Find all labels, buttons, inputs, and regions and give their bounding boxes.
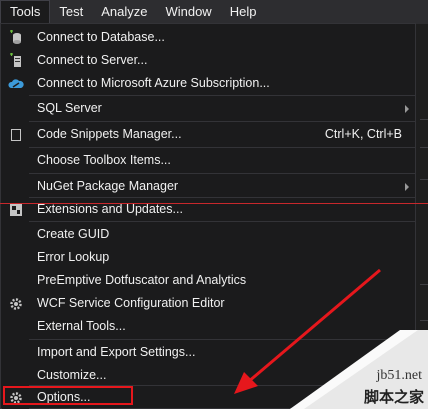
watermark-url: jb51.net	[376, 368, 423, 383]
options-highlight-box	[3, 386, 133, 405]
watermark: jb51.net 脚本之家	[290, 330, 428, 409]
watermark-text: 脚本之家	[363, 388, 424, 406]
